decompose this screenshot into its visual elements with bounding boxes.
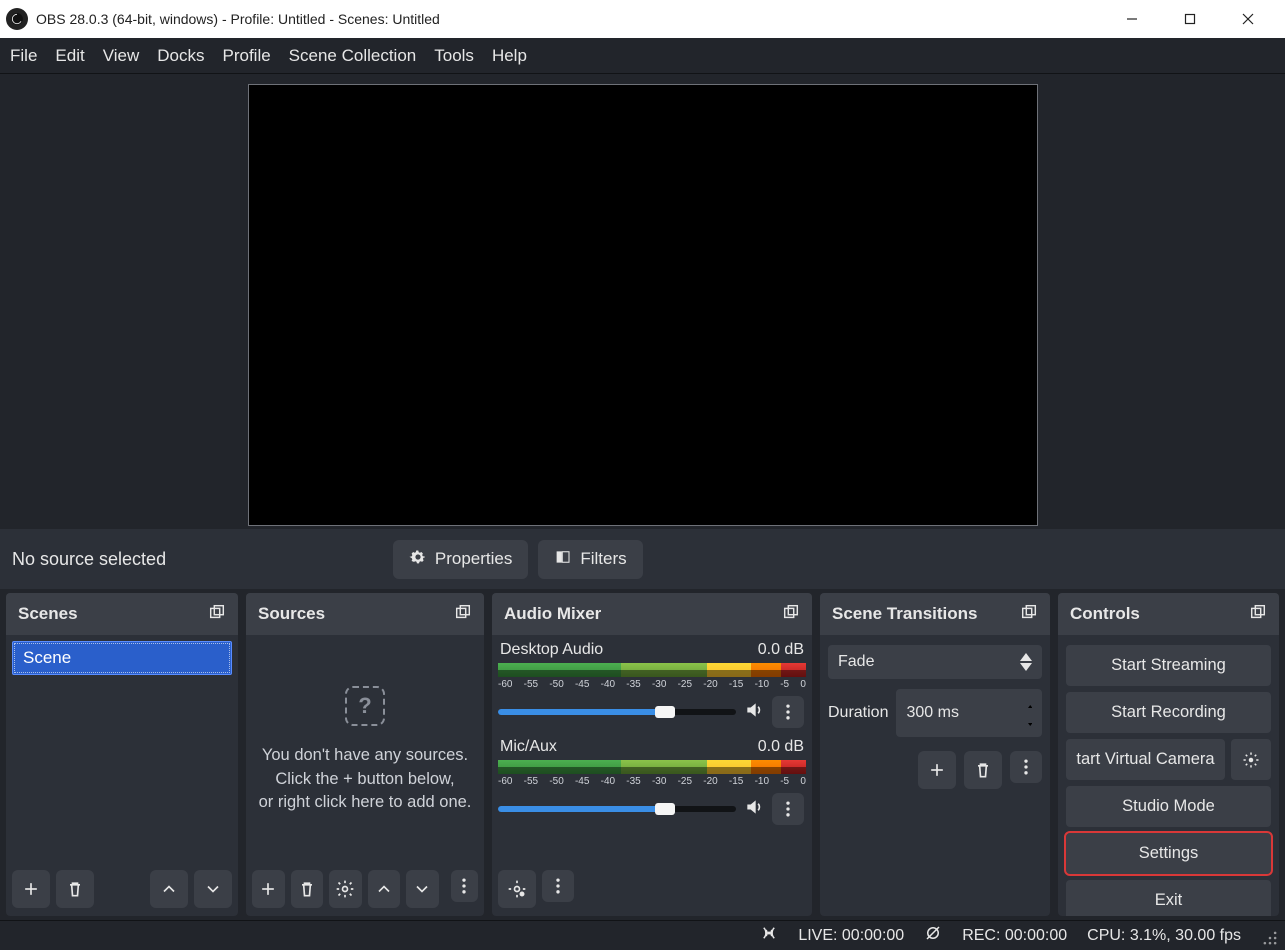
menu-edit[interactable]: Edit	[55, 46, 84, 66]
preview-canvas[interactable]	[248, 84, 1038, 526]
transition-menu-button[interactable]	[1010, 751, 1042, 783]
scene-item[interactable]: Scene	[12, 641, 232, 675]
delete-source-button[interactable]	[291, 870, 324, 908]
filters-icon	[554, 548, 572, 571]
properties-button[interactable]: Properties	[393, 540, 528, 579]
chevron-updown-icon	[1020, 653, 1032, 671]
speaker-icon[interactable]	[744, 700, 764, 725]
source-toolbar: No source selected Properties Filters	[0, 529, 1285, 589]
minimize-button[interactable]	[1115, 5, 1149, 33]
menu-docks[interactable]: Docks	[157, 46, 204, 66]
start-streaming-button[interactable]: Start Streaming	[1066, 645, 1271, 686]
virtual-camera-settings-button[interactable]	[1231, 739, 1271, 780]
volume-slider[interactable]	[498, 709, 736, 715]
obs-logo-icon	[6, 8, 28, 30]
add-scene-button[interactable]	[12, 870, 50, 908]
resize-grip-icon[interactable]	[1261, 929, 1275, 943]
channel-name: Desktop Audio	[500, 641, 603, 659]
start-recording-button[interactable]: Start Recording	[1066, 692, 1271, 733]
filters-button[interactable]: Filters	[538, 540, 642, 579]
channel-name: Mic/Aux	[500, 738, 557, 756]
meter-ticks: -60-55-50-45-40-35-30-25-20-15-10-50	[498, 677, 806, 690]
mixer-advanced-button[interactable]	[498, 870, 536, 908]
volume-slider[interactable]	[498, 806, 736, 812]
popout-icon[interactable]	[1020, 603, 1038, 626]
popout-icon[interactable]	[1249, 603, 1267, 626]
add-transition-button[interactable]	[918, 751, 956, 789]
gear-icon	[409, 548, 427, 571]
meter-ticks: -60-55-50-45-40-35-30-25-20-15-10-50	[498, 774, 806, 787]
menu-tools[interactable]: Tools	[434, 46, 474, 66]
broadcast-icon	[760, 924, 778, 947]
sources-empty-l2: Click the + button below,	[275, 770, 454, 788]
menu-scene-collection[interactable]: Scene Collection	[289, 46, 417, 66]
source-menu-button[interactable]	[451, 870, 478, 902]
menubar: File Edit View Docks Profile Scene Colle…	[0, 38, 1285, 74]
speaker-icon[interactable]	[744, 797, 764, 822]
menu-file[interactable]: File	[10, 46, 37, 66]
exit-button[interactable]: Exit	[1066, 880, 1271, 916]
window-titlebar: OBS 28.0.3 (64-bit, windows) - Profile: …	[0, 0, 1285, 38]
maximize-button[interactable]	[1173, 5, 1207, 33]
status-live: LIVE: 00:00:00	[798, 927, 904, 945]
menu-help[interactable]: Help	[492, 46, 527, 66]
close-button[interactable]	[1231, 5, 1265, 33]
no-source-label: No source selected	[12, 549, 166, 570]
duration-label: Duration	[828, 704, 888, 722]
studio-mode-button[interactable]: Studio Mode	[1066, 786, 1271, 827]
settings-button[interactable]: Settings	[1066, 833, 1271, 874]
sources-title: Sources	[258, 604, 325, 624]
mixer-channel: Desktop Audio 0.0 dB -60-55-50-45-40-35-…	[498, 641, 806, 728]
start-virtual-camera-button[interactable]: tart Virtual Camera	[1066, 739, 1225, 780]
scene-down-button[interactable]	[194, 870, 232, 908]
transitions-dock: Scene Transitions Fade Duration 300 ms	[820, 593, 1050, 916]
scenes-title: Scenes	[18, 604, 78, 624]
controls-title: Controls	[1070, 604, 1140, 624]
scenes-dock: Scenes Scene	[6, 593, 238, 916]
menu-profile[interactable]: Profile	[222, 46, 270, 66]
transition-select[interactable]: Fade	[828, 645, 1042, 679]
audio-meter	[498, 663, 806, 677]
transitions-title: Scene Transitions	[832, 604, 978, 624]
sources-empty-l1: You don't have any sources.	[262, 746, 468, 764]
scene-up-button[interactable]	[150, 870, 188, 908]
window-title: OBS 28.0.3 (64-bit, windows) - Profile: …	[36, 11, 440, 27]
source-down-button[interactable]	[406, 870, 439, 908]
duration-spinner[interactable]: 300 ms	[896, 689, 1042, 737]
mixer-channel: Mic/Aux 0.0 dB -60-55-50-45-40-35-30-25-…	[498, 738, 806, 825]
channel-db: 0.0 dB	[758, 738, 804, 756]
controls-dock: Controls Start Streaming Start Recording…	[1058, 593, 1279, 916]
sources-dock: Sources ? You don't have any sources. Cl…	[246, 593, 484, 916]
status-cpu: CPU: 3.1%, 30.00 fps	[1087, 927, 1241, 945]
channel-db: 0.0 dB	[758, 641, 804, 659]
sources-empty-l3: or right click here to add one.	[259, 793, 472, 811]
sources-empty-area[interactable]: ? You don't have any sources. Click the …	[246, 635, 484, 866]
mixer-menu-button[interactable]	[542, 870, 574, 902]
source-up-button[interactable]	[368, 870, 401, 908]
popout-icon[interactable]	[782, 603, 800, 626]
channel-menu-button[interactable]	[772, 696, 804, 728]
status-bar: LIVE: 00:00:00 REC: 00:00:00 CPU: 3.1%, …	[0, 920, 1285, 950]
add-source-button[interactable]	[252, 870, 285, 908]
mixer-title: Audio Mixer	[504, 604, 601, 624]
source-settings-button[interactable]	[329, 870, 362, 908]
record-dot-icon	[924, 924, 942, 947]
chevron-updown-icon	[1028, 695, 1032, 731]
audio-meter	[498, 760, 806, 774]
menu-view[interactable]: View	[103, 46, 140, 66]
channel-menu-button[interactable]	[772, 793, 804, 825]
popout-icon[interactable]	[454, 603, 472, 626]
status-rec: REC: 00:00:00	[962, 927, 1067, 945]
delete-scene-button[interactable]	[56, 870, 94, 908]
question-icon: ?	[345, 686, 385, 726]
preview-area	[0, 74, 1285, 529]
popout-icon[interactable]	[208, 603, 226, 626]
delete-transition-button[interactable]	[964, 751, 1002, 789]
audio-mixer-dock: Audio Mixer Desktop Audio 0.0 dB -60-55-…	[492, 593, 812, 916]
